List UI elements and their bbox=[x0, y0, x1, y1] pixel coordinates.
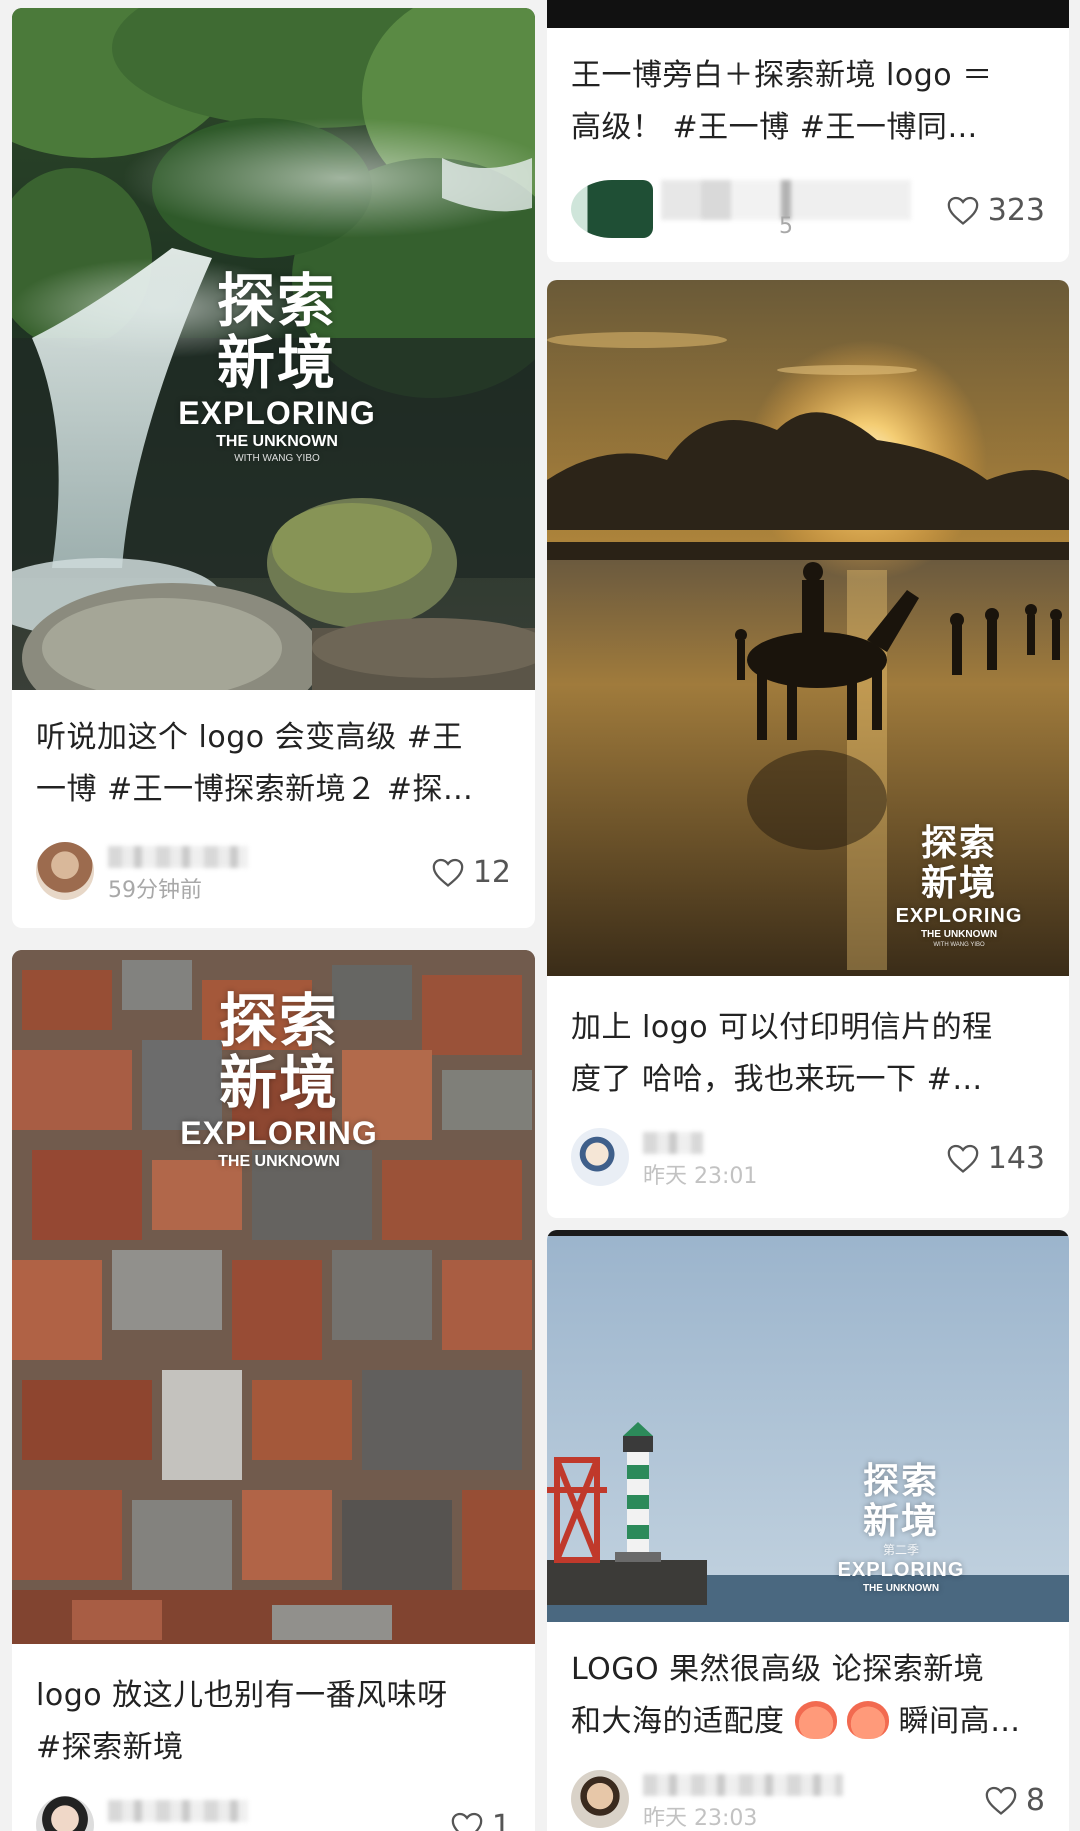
logo-en: EXPLORING bbox=[895, 905, 1023, 927]
post-time: 5 bbox=[779, 214, 793, 239]
post-footer: 昨天 23:01 143 bbox=[571, 1128, 1045, 1189]
post-card-lighthouse[interactable]: 探索 新境 第二季 EXPLORING THE UNKNOWN LOGO 果然很… bbox=[547, 1230, 1069, 1831]
post-image-narration[interactable] bbox=[547, 0, 1069, 28]
post-image-waterfall[interactable]: 探索 新境 EXPLORING THE UNKNOWN WITH WANG YI… bbox=[12, 8, 535, 696]
post-footer: 1 bbox=[36, 1796, 511, 1831]
caption-line: logo 放这儿也别有一番风味呀 bbox=[36, 1678, 448, 1713]
caption-line: 加上 logo 可以付印明信片的程 bbox=[571, 1010, 993, 1045]
peach-emoji-icon bbox=[846, 1701, 889, 1739]
exploring-logo: 探索 新境 EXPLORING THE UNKNOWN WITH WANG YI… bbox=[162, 270, 392, 466]
logo-sub: THE UNKNOWN bbox=[862, 1583, 940, 1594]
post-time: 昨天 23:01 bbox=[643, 1164, 758, 1189]
post-time: 59分钟前 bbox=[108, 878, 202, 903]
heart-icon bbox=[947, 196, 979, 225]
avatar[interactable] bbox=[571, 1128, 629, 1186]
username-blurred[interactable] bbox=[108, 846, 248, 868]
post-time: 昨天 23:03 bbox=[643, 1806, 758, 1831]
username-blurred[interactable] bbox=[643, 1774, 843, 1796]
like-count: 8 bbox=[1025, 1782, 1045, 1818]
like-count: 323 bbox=[987, 192, 1045, 228]
exploring-logo: 探索 新境 第二季 EXPLORING THE UNKNOWN bbox=[831, 1462, 971, 1595]
post-card-waterfall-body[interactable]: 听说加这个 logo 会变高级 #王 一博 #王一博探索新境２ #探… 59分钟… bbox=[12, 690, 535, 928]
logo-sub: THE UNKNOWN bbox=[216, 433, 338, 450]
exploring-logo: 探索 新境 EXPLORING THE UNKNOWN WITH WANG YI… bbox=[889, 824, 1029, 950]
post-image-city[interactable]: 探索 新境 EXPLORING THE UNKNOWN bbox=[12, 950, 535, 1644]
logo-sub: THE UNKNOWN bbox=[218, 1153, 340, 1170]
post-caption[interactable]: 加上 logo 可以付印明信片的程 度了 哈哈，我也来玩一下 #… bbox=[571, 1002, 1049, 1106]
post-card-narration[interactable]: 王一博旁白＋探索新境 logo ＝ 高级！ #王一博 #王一博同… 5 323 bbox=[547, 0, 1069, 262]
caption-line: 听说加这个 logo 会变高级 #王 bbox=[36, 720, 463, 755]
caption-line: 和大海的适配度 瞬间高… bbox=[571, 1696, 1049, 1748]
post-caption[interactable]: 王一博旁白＋探索新境 logo ＝ 高级！ #王一博 #王一博同… bbox=[571, 50, 1049, 154]
post-card-waterfall[interactable]: 探索 新境 EXPLORING THE UNKNOWN WITH WANG YI… bbox=[12, 8, 535, 788]
post-card-city[interactable]: 探索 新境 EXPLORING THE UNKNOWN logo 放这儿也别有一… bbox=[12, 950, 535, 1831]
post-footer: 5 323 bbox=[571, 180, 1045, 240]
caption-line-tail: 瞬间高… bbox=[898, 1704, 1021, 1739]
like-button[interactable]: 323 bbox=[946, 190, 1045, 230]
post-footer: 昨天 23:03 8 bbox=[571, 1770, 1045, 1831]
post-caption[interactable]: 听说加这个 logo 会变高级 #王 一博 #王一博探索新境２ #探… bbox=[36, 712, 515, 816]
like-button[interactable]: 1 bbox=[450, 1806, 511, 1831]
logo-cn-line2: 新境 bbox=[920, 863, 997, 904]
caption-line: 一博 #王一博探索新境２ #探… bbox=[36, 772, 474, 807]
like-button[interactable]: 143 bbox=[946, 1138, 1045, 1178]
avatar[interactable] bbox=[36, 1796, 94, 1831]
logo-en: EXPLORING bbox=[178, 395, 376, 431]
logo-cn-line2: 新境 bbox=[218, 1049, 339, 1117]
logo-cn-line1: 探索 bbox=[216, 267, 337, 335]
caption-line: LOGO 果然很高级 论探索新境 bbox=[571, 1652, 985, 1687]
heart-icon bbox=[985, 1786, 1017, 1815]
logo-tiny: WITH WANG YIBO bbox=[933, 942, 985, 948]
logo-tiny: WITH WANG YIBO bbox=[234, 453, 320, 464]
avatar[interactable] bbox=[571, 180, 653, 238]
avatar[interactable] bbox=[36, 842, 94, 900]
logo-cn-line2: 新境 bbox=[216, 329, 337, 397]
username-blurred[interactable] bbox=[108, 1800, 248, 1822]
logo-cn-line2: 新境 bbox=[862, 1501, 939, 1542]
heart-icon bbox=[947, 1144, 979, 1173]
caption-line: 王一博旁白＋探索新境 logo ＝ bbox=[571, 58, 993, 93]
like-button[interactable]: 8 bbox=[984, 1780, 1045, 1820]
caption-line-head: 和大海的适配度 bbox=[571, 1704, 785, 1739]
post-caption[interactable]: logo 放这儿也别有一番风味呀 #探索新境 bbox=[36, 1670, 515, 1774]
like-button[interactable]: 12 bbox=[431, 852, 511, 892]
like-count: 143 bbox=[987, 1140, 1045, 1176]
caption-line: 度了 哈哈，我也来玩一下 #… bbox=[571, 1062, 983, 1097]
post-footer: 59分钟前 12 bbox=[36, 842, 511, 903]
heart-icon bbox=[432, 858, 464, 887]
post-image-lighthouse[interactable]: 探索 新境 第二季 EXPLORING THE UNKNOWN bbox=[547, 1230, 1069, 1622]
peach-emoji-icon bbox=[794, 1701, 837, 1739]
logo-en: EXPLORING bbox=[180, 1115, 378, 1151]
post-card-sunset[interactable]: 探索 新境 EXPLORING THE UNKNOWN WITH WANG YI… bbox=[547, 280, 1069, 1218]
heart-icon bbox=[451, 1812, 483, 1831]
like-count: 12 bbox=[472, 854, 511, 890]
caption-line: #探索新境 bbox=[36, 1730, 184, 1765]
avatar[interactable] bbox=[571, 1770, 629, 1828]
exploring-logo: 探索 新境 EXPLORING THE UNKNOWN bbox=[164, 990, 394, 1172]
logo-season: 第二季 bbox=[882, 1543, 919, 1557]
post-caption[interactable]: LOGO 果然很高级 论探索新境 和大海的适配度 瞬间高… bbox=[571, 1644, 1049, 1748]
logo-cn-line1: 探索 bbox=[862, 1461, 939, 1502]
logo-cn-line1: 探索 bbox=[920, 823, 997, 864]
logo-cn-line1: 探索 bbox=[218, 987, 339, 1055]
post-image-sunset[interactable]: 探索 新境 EXPLORING THE UNKNOWN WITH WANG YI… bbox=[547, 280, 1069, 976]
username-blurred[interactable] bbox=[643, 1132, 703, 1154]
like-count: 1 bbox=[491, 1808, 511, 1831]
caption-line: 高级！ #王一博 #王一博同… bbox=[571, 110, 978, 145]
logo-sub: THE UNKNOWN bbox=[920, 929, 998, 940]
logo-en: EXPLORING bbox=[837, 1559, 965, 1581]
